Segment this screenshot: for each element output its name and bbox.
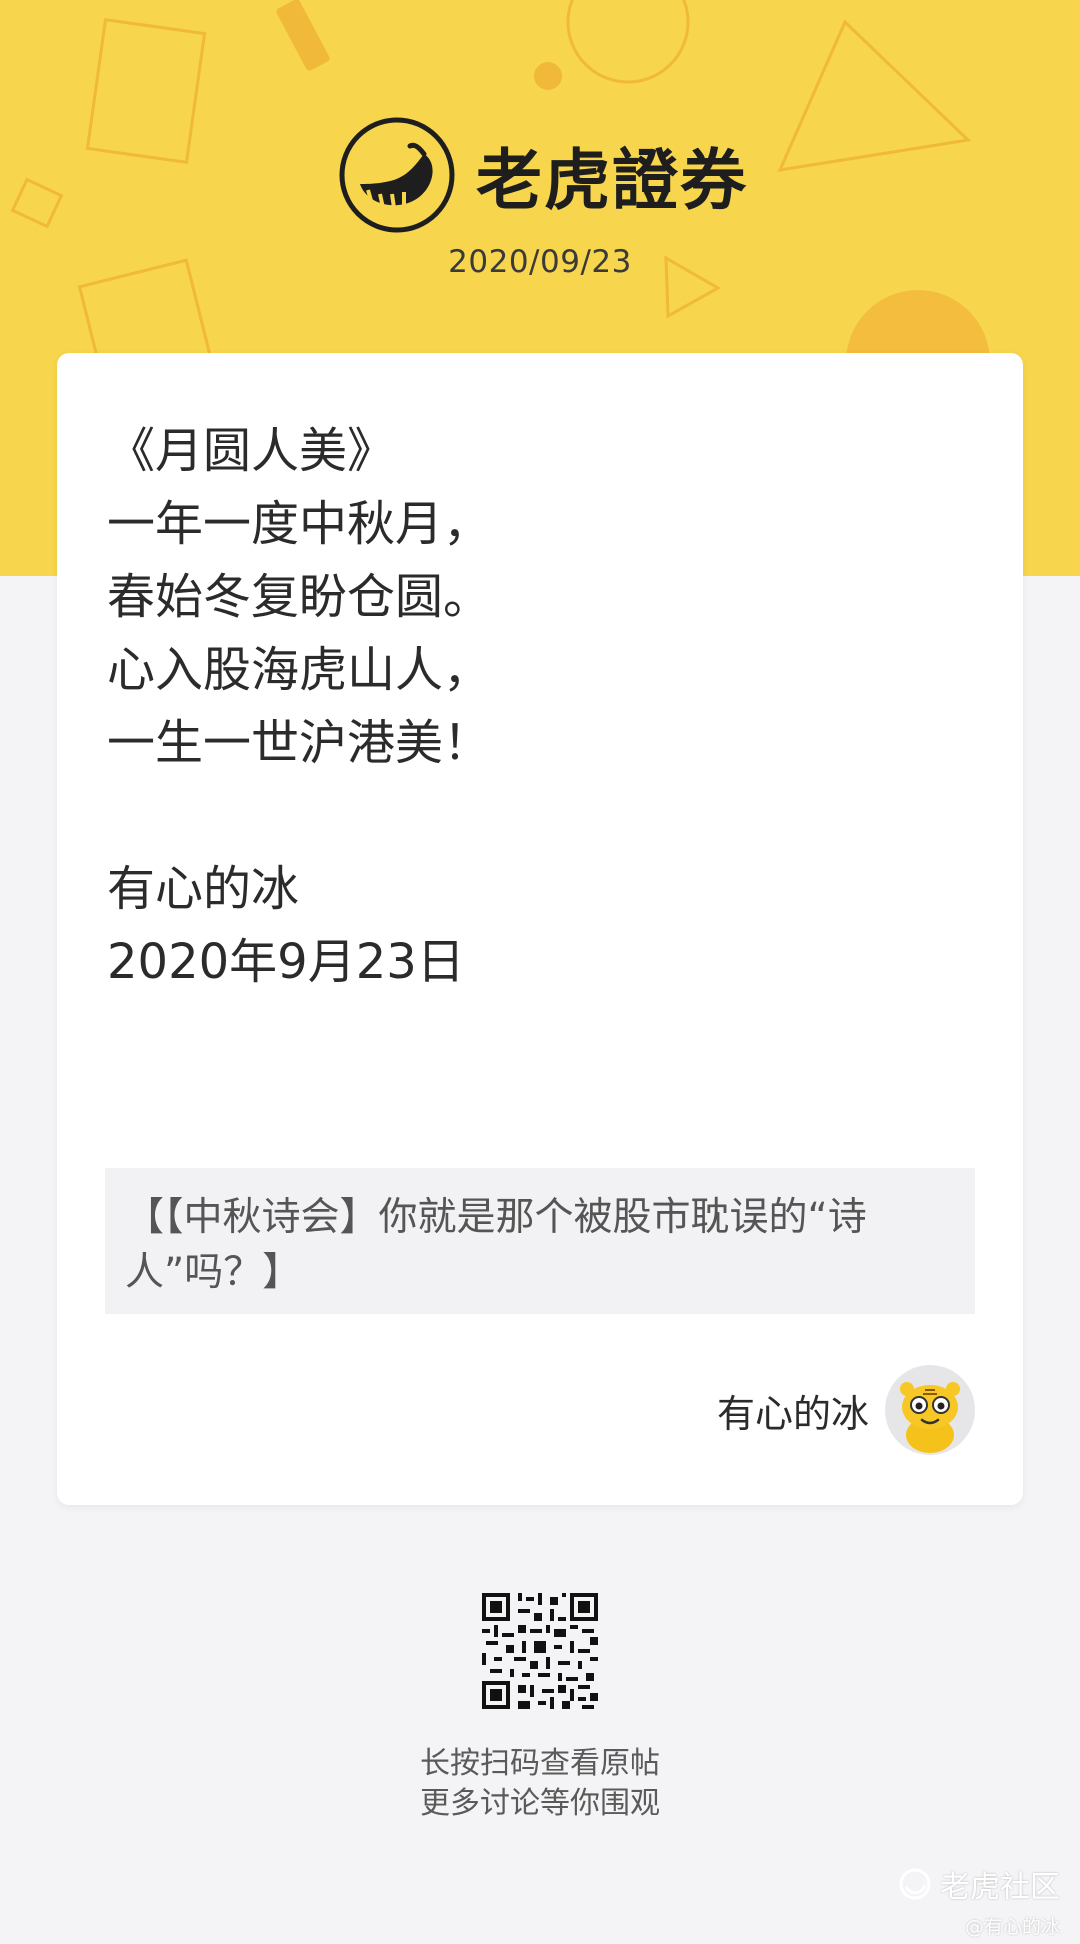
qr-caption: 长按扫码查看原帖 更多讨论等你围观 [0,1744,1080,1824]
poem-blank-line [107,780,977,853]
author-info[interactable]: 有心的冰 [717,1365,975,1455]
poem-body: 《月圆人美》 一年一度中秋月， 春始冬复盼仓圆。 心入股海虎山人， 一生一世沪港… [107,415,977,999]
topic-text: 【【中秋诗会】你就是那个被股市耽误的“诗人”吗？】 [125,1195,867,1295]
tiger-avatar-icon [885,1365,975,1455]
post-card: 《月圆人美》 一年一度中秋月， 春始冬复盼仓圆。 心入股海虎山人， 一生一世沪港… [57,353,1023,1505]
poem-date: 2020年9月23日 [107,934,465,990]
watermark-user: @有心的冰 [964,1916,1060,1938]
poem-line: 一生一世沪港美！ [107,715,492,771]
author-name: 有心的冰 [716,1391,869,1436]
qr-code-icon[interactable] [482,1593,598,1709]
brand-name: 老虎證券 [476,142,748,219]
post-date: 2020/09/23 [448,244,632,280]
watermark-brand-row: 老虎社区 [898,1862,1060,1906]
brand-lockup: 老虎證券 [338,115,748,235]
community-watermark: 老虎社区 @有心的冰 [898,1862,1060,1939]
watermark-brand: 老虎社区 [940,1870,1060,1905]
tiger-logo-icon [339,117,455,233]
poem-signature: 有心的冰 [107,861,300,917]
poem-line: 春始冬复盼仓圆。 [107,569,492,625]
poem-line: 《月圆人美》 [107,423,396,479]
poem-line: 一年一度中秋月， [107,496,492,552]
poem-line: 心入股海虎山人， [107,642,492,698]
qr-caption-line: 长按扫码查看原帖 [420,1746,660,1781]
topic-link[interactable]: 【【中秋诗会】你就是那个被股市耽误的“诗人”吗？】 [105,1168,975,1314]
qr-caption-line: 更多讨论等你围观 [420,1786,660,1821]
tiger-community-icon [899,1868,931,1900]
